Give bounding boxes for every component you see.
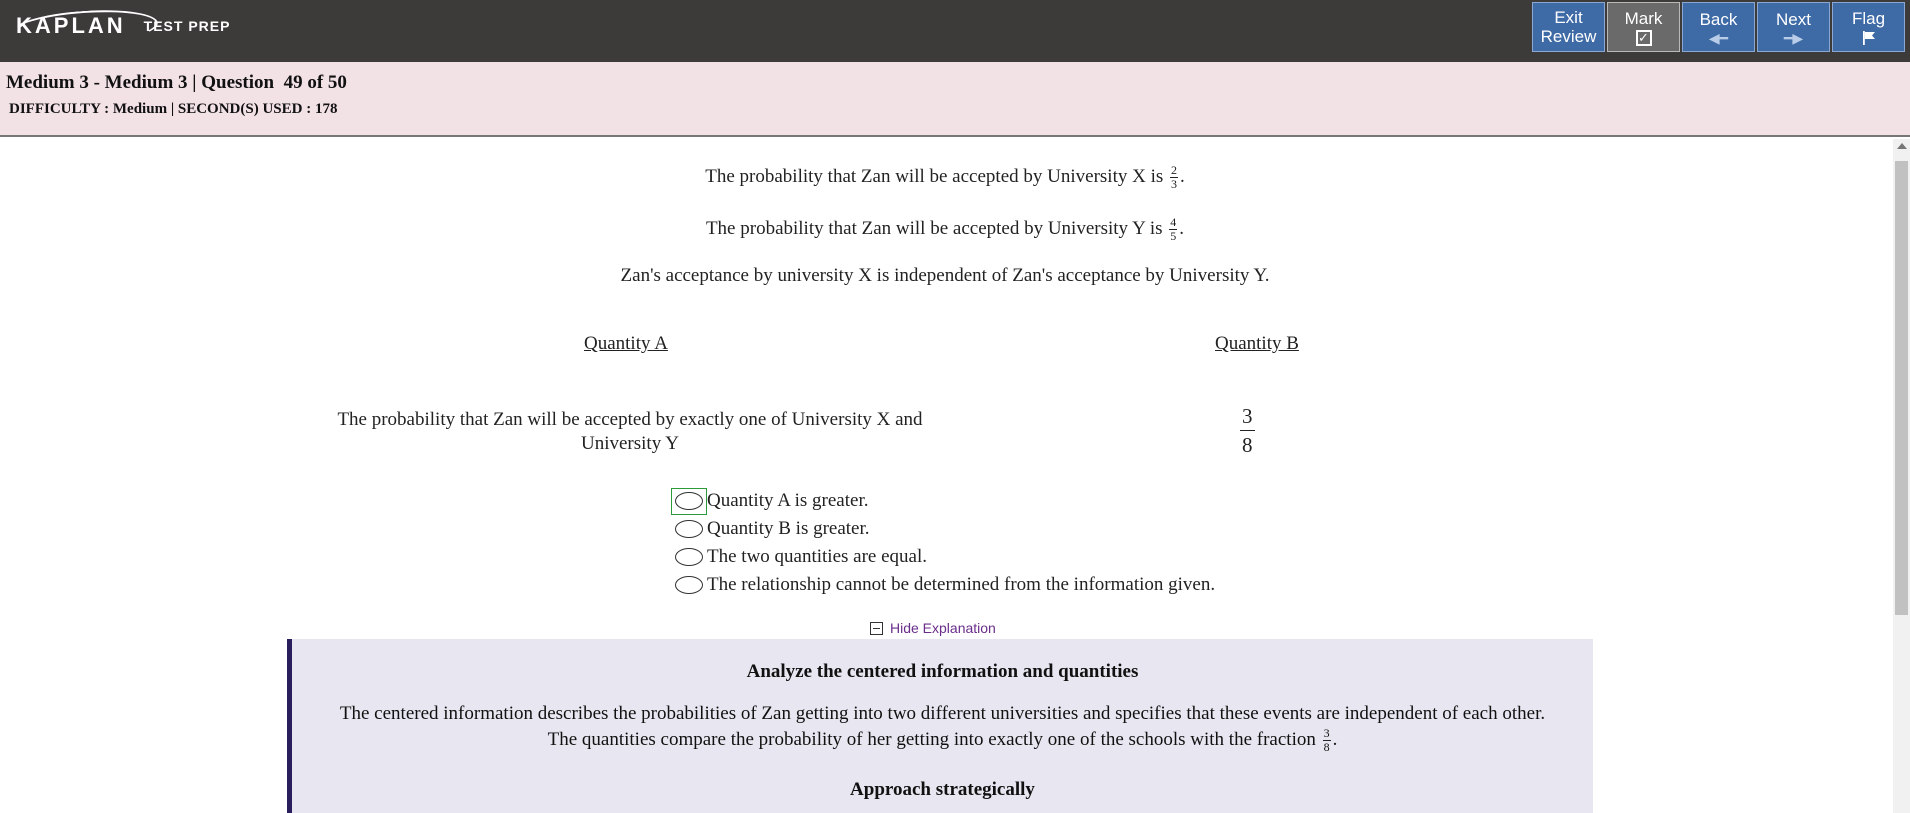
choice-b[interactable]: Quantity B is greater. <box>671 515 1215 543</box>
fraction: 38 <box>1322 726 1331 755</box>
quantity-b-heading: Quantity B <box>1215 333 1299 354</box>
explanation-panel: Analyze the centered information and qua… <box>287 639 1593 813</box>
flag-label: Flag <box>1851 8 1886 28</box>
top-bar: KAPLAN TEST PREP Exit Review Mark ✓ Back… <box>0 0 1910 62</box>
quantity-b-fraction: 3 8 <box>1240 404 1255 457</box>
exit-review-label-line1: Exit <box>1554 8 1583 27</box>
explanation-paragraph-1-line-1: The centered information describes the p… <box>339 703 1546 724</box>
nav-buttons: Exit Review Mark ✓ Back ◀━ Next ━▶ Flag <box>1532 2 1905 52</box>
answer-choices: Quantity A is greater. Quantity B is gre… <box>671 487 1215 599</box>
mark-label: Mark <box>1624 8 1663 28</box>
quantity-a-heading: Quantity A <box>584 333 668 354</box>
arrow-right-icon: ━▶ <box>1783 29 1804 46</box>
choice-label: The two quantities are equal. <box>707 546 928 567</box>
choice-a[interactable]: Quantity A is greater. <box>671 487 1215 515</box>
flag-button[interactable]: Flag <box>1832 2 1905 52</box>
question-meta: DIFFICULTY : Medium | SECOND(S) USED : 1… <box>9 101 338 117</box>
question-title: Medium 3 - Medium 3 | Question 49 of 50 <box>6 72 347 93</box>
hide-explanation-link[interactable]: Hide Explanation <box>870 620 996 636</box>
next-label: Next <box>1776 9 1811 29</box>
exit-review-button[interactable]: Exit Review <box>1532 2 1605 52</box>
vertical-scrollbar[interactable] <box>1893 139 1910 813</box>
radio-button[interactable] <box>675 548 703 566</box>
fraction: 45 <box>1169 215 1178 243</box>
arrow-left-icon: ◀━ <box>1708 29 1729 46</box>
stem-line-1: The probability that Zan will be accepte… <box>705 163 1185 191</box>
back-button[interactable]: Back ◀━ <box>1682 2 1755 52</box>
question-header: Medium 3 - Medium 3 | Question 49 of 50 … <box>0 62 1910 137</box>
radio-button[interactable] <box>675 492 703 510</box>
choice-label: The relationship cannot be determined fr… <box>707 574 1216 595</box>
collapse-icon <box>870 621 883 635</box>
explanation-heading-2: Approach strategically <box>850 779 1035 800</box>
scrollbar-thumb[interactable] <box>1895 161 1908 615</box>
radio-button[interactable] <box>675 520 703 538</box>
mark-button[interactable]: Mark ✓ <box>1607 2 1680 52</box>
exit-review-label-line2: Review <box>1540 27 1597 46</box>
radio-button[interactable] <box>675 576 703 594</box>
next-button[interactable]: Next ━▶ <box>1757 2 1830 52</box>
fraction: 23 <box>1170 163 1178 191</box>
choice-label: Quantity A is greater. <box>707 490 869 511</box>
quantity-a-text: The probability that Zan will be accepte… <box>337 409 923 454</box>
explanation-paragraph-1-line-2: The quantities compare the probability o… <box>547 726 1338 755</box>
flag-icon <box>1862 30 1875 45</box>
hide-explanation-label: Hide Explanation <box>890 620 996 636</box>
stem-line-3: Zan's acceptance by university X is inde… <box>620 265 1270 286</box>
kaplan-logo: KAPLAN TEST PREP <box>8 5 230 51</box>
choice-label: Quantity B is greater. <box>707 518 870 539</box>
choice-c[interactable]: The two quantities are equal. <box>671 543 1215 571</box>
checkbox-icon: ✓ <box>1635 29 1652 46</box>
choice-d[interactable]: The relationship cannot be determined fr… <box>671 571 1215 599</box>
scroll-up-arrow-icon[interactable] <box>1897 143 1907 149</box>
explanation-heading-1: Analyze the centered information and qua… <box>746 661 1139 682</box>
stem-line-2: The probability that Zan will be accepte… <box>705 215 1185 243</box>
back-label: Back <box>1699 9 1738 29</box>
